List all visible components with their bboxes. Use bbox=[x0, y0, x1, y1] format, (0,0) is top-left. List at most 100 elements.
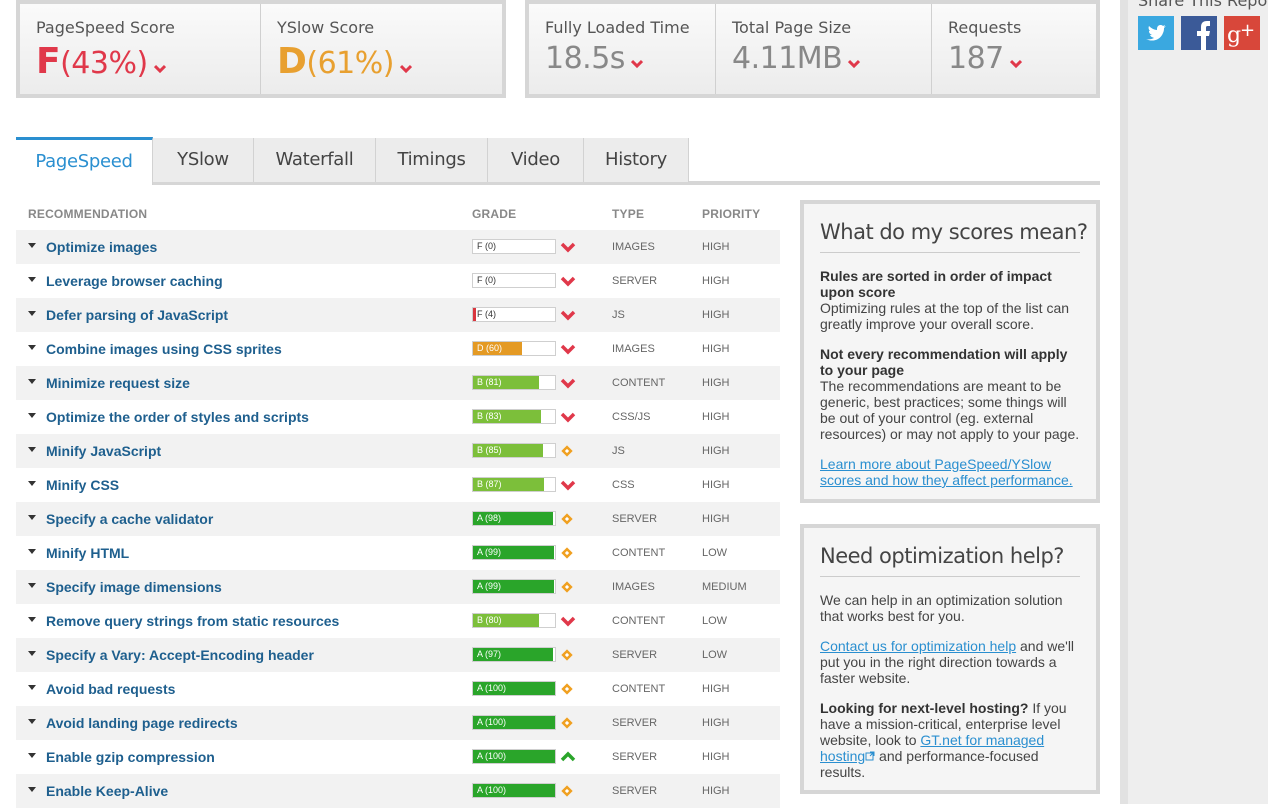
recommendation-name[interactable]: Specify a Vary: Accept-Encoding header bbox=[46, 647, 314, 663]
expand-caret-icon[interactable] bbox=[28, 447, 36, 452]
grade-bar: A (100) bbox=[472, 715, 556, 730]
tab-video[interactable]: Video bbox=[488, 138, 584, 182]
svg-text:+: + bbox=[1240, 20, 1255, 41]
trend-down-icon bbox=[560, 308, 576, 326]
expand-caret-icon[interactable] bbox=[28, 719, 36, 724]
expand-caret-icon[interactable] bbox=[28, 617, 36, 622]
table-row[interactable]: Minify CSS B (87) CSS HIGH bbox=[16, 468, 780, 502]
yslow-score[interactable]: YSlow Score D(61%) bbox=[260, 4, 502, 94]
panel-paragraph: Contact us for optimization help and we'… bbox=[820, 638, 1082, 686]
column-header-type: TYPE bbox=[612, 207, 645, 221]
type-cell: CONTENT bbox=[612, 377, 666, 389]
table-row[interactable]: Minify HTML A (99) CONTENT LOW bbox=[16, 536, 780, 570]
table-row[interactable]: Minify JavaScript B (85) JS HIGH bbox=[16, 434, 780, 468]
tab-pagespeed[interactable]: PageSpeed bbox=[16, 137, 153, 185]
type-cell: CSS bbox=[612, 479, 635, 491]
recommendation-name[interactable]: Defer parsing of JavaScript bbox=[46, 307, 228, 323]
recommendation-name[interactable]: Enable Keep-Alive bbox=[46, 783, 168, 799]
table-row[interactable]: Minimize request size B (81) CONTENT HIGH bbox=[16, 366, 780, 400]
type-cell: SERVER bbox=[612, 649, 658, 661]
trend-down-icon bbox=[560, 274, 576, 292]
tab-timings[interactable]: Timings bbox=[376, 138, 488, 182]
table-row[interactable]: Specify image dimensions A (99) IMAGES MEDI… bbox=[16, 570, 780, 604]
expand-caret-icon[interactable] bbox=[28, 685, 36, 690]
recommendation-name[interactable]: Optimize the order of styles and scripts bbox=[46, 409, 309, 425]
table-row[interactable]: Combine images using CSS sprites D (60) IM… bbox=[16, 332, 780, 366]
table-row[interactable]: Optimize images F (0) IMAGES HIGH bbox=[16, 230, 780, 264]
recommendation-name[interactable]: Enable gzip compression bbox=[46, 749, 215, 765]
yslow-score-value: D(61%) bbox=[277, 41, 502, 82]
table-row[interactable]: Enable gzip compression A (100) SERVER HIGH bbox=[16, 740, 780, 774]
recommendation-name[interactable]: Specify image dimensions bbox=[46, 579, 222, 595]
recommendation-name[interactable]: Leverage browser caching bbox=[46, 273, 223, 289]
expand-caret-icon[interactable] bbox=[28, 753, 36, 758]
recommendation-name[interactable]: Avoid landing page redirects bbox=[46, 715, 238, 731]
table-row[interactable]: Avoid landing page redirects A (100) SERVE… bbox=[16, 706, 780, 740]
trend-down-icon bbox=[560, 240, 576, 258]
recommendation-name[interactable]: Minify HTML bbox=[46, 545, 129, 561]
grade-label: B (87) bbox=[477, 479, 502, 489]
priority-cell: HIGH bbox=[702, 275, 730, 287]
priority-cell: HIGH bbox=[702, 513, 730, 525]
learn-more-link[interactable]: Learn more about PageSpeed/YSlow scores … bbox=[820, 456, 1082, 488]
table-row[interactable]: Avoid bad requests A (100) CONTENT HIGH bbox=[16, 672, 780, 706]
pagespeed-score[interactable]: PageSpeed Score F(43%) bbox=[20, 4, 260, 94]
expand-caret-icon[interactable] bbox=[28, 583, 36, 588]
grade-label: A (100) bbox=[477, 751, 507, 761]
total-page-size: Total Page Size 4.11MB bbox=[715, 4, 931, 94]
table-row[interactable]: Optimize the order of styles and scripts… bbox=[16, 400, 780, 434]
external-link-icon bbox=[865, 748, 875, 764]
grade-bar: D (60) bbox=[472, 341, 556, 356]
grade-bar: F (0) bbox=[472, 239, 556, 254]
type-cell: CONTENT bbox=[612, 683, 666, 695]
grade-label: B (83) bbox=[477, 411, 502, 421]
recommendation-name[interactable]: Minify CSS bbox=[46, 477, 119, 493]
trend-down-icon bbox=[560, 376, 576, 394]
type-cell: JS bbox=[612, 309, 625, 321]
priority-cell: HIGH bbox=[702, 683, 730, 695]
recommendation-name[interactable]: Avoid bad requests bbox=[46, 681, 175, 697]
expand-caret-icon[interactable] bbox=[28, 277, 36, 282]
grade-label: A (100) bbox=[477, 717, 507, 727]
recommendation-name[interactable]: Optimize images bbox=[46, 239, 157, 255]
yslow-score-label: YSlow Score bbox=[277, 18, 375, 37]
expand-caret-icon[interactable] bbox=[28, 243, 36, 248]
recommendation-name[interactable]: Specify a cache validator bbox=[46, 511, 213, 527]
right-sidebar bbox=[1120, 0, 1268, 804]
expand-caret-icon[interactable] bbox=[28, 413, 36, 418]
grade-label: F (0) bbox=[477, 241, 496, 251]
priority-cell: HIGH bbox=[702, 445, 730, 457]
expand-caret-icon[interactable] bbox=[28, 651, 36, 656]
expand-caret-icon[interactable] bbox=[28, 379, 36, 384]
contact-link[interactable]: Contact us for optimization help bbox=[820, 638, 1016, 654]
pagespeed-score-value: F(43%) bbox=[36, 41, 260, 82]
recommendation-name[interactable]: Combine images using CSS sprites bbox=[46, 341, 282, 357]
tab-history[interactable]: History bbox=[584, 138, 689, 182]
table-row[interactable]: Leverage browser caching F (0) SERVER HIGH bbox=[16, 264, 780, 298]
scores-info-panel: What do my scores mean? Rules are sorted… bbox=[800, 200, 1100, 503]
priority-cell: LOW bbox=[702, 547, 728, 559]
expand-caret-icon[interactable] bbox=[28, 515, 36, 520]
panel-bold-text: Not every recommendation will apply to y… bbox=[820, 346, 1068, 378]
expand-caret-icon[interactable] bbox=[28, 549, 36, 554]
type-cell: CONTENT bbox=[612, 615, 666, 627]
recommendation-name[interactable]: Remove query strings from static resourc… bbox=[46, 613, 339, 629]
recommendation-name[interactable]: Minimize request size bbox=[46, 375, 190, 391]
twitter-icon[interactable] bbox=[1138, 16, 1174, 50]
expand-caret-icon[interactable] bbox=[28, 481, 36, 486]
table-row[interactable]: Defer parsing of JavaScript F (4) JS HIGH bbox=[16, 298, 780, 332]
table-row[interactable]: Specify a cache validator A (98) SERVER HIG… bbox=[16, 502, 780, 536]
expand-caret-icon[interactable] bbox=[28, 311, 36, 316]
google-plus-icon[interactable]: g + bbox=[1224, 16, 1260, 50]
expand-caret-icon[interactable] bbox=[28, 787, 36, 792]
tab-yslow[interactable]: YSlow bbox=[153, 138, 254, 182]
metric-label: Fully Loaded Time bbox=[545, 18, 690, 37]
table-row[interactable]: Enable Keep-Alive A (100) SERVER HIGH bbox=[16, 774, 780, 808]
table-row[interactable]: Specify a Vary: Accept-Encoding header A … bbox=[16, 638, 780, 672]
tab-waterfall[interactable]: Waterfall bbox=[254, 138, 376, 182]
expand-caret-icon[interactable] bbox=[28, 345, 36, 350]
facebook-icon[interactable] bbox=[1181, 16, 1217, 50]
recommendation-name[interactable]: Minify JavaScript bbox=[46, 443, 161, 459]
table-row[interactable]: Remove query strings from static resourc… bbox=[16, 604, 780, 638]
type-cell: SERVER bbox=[612, 275, 658, 287]
